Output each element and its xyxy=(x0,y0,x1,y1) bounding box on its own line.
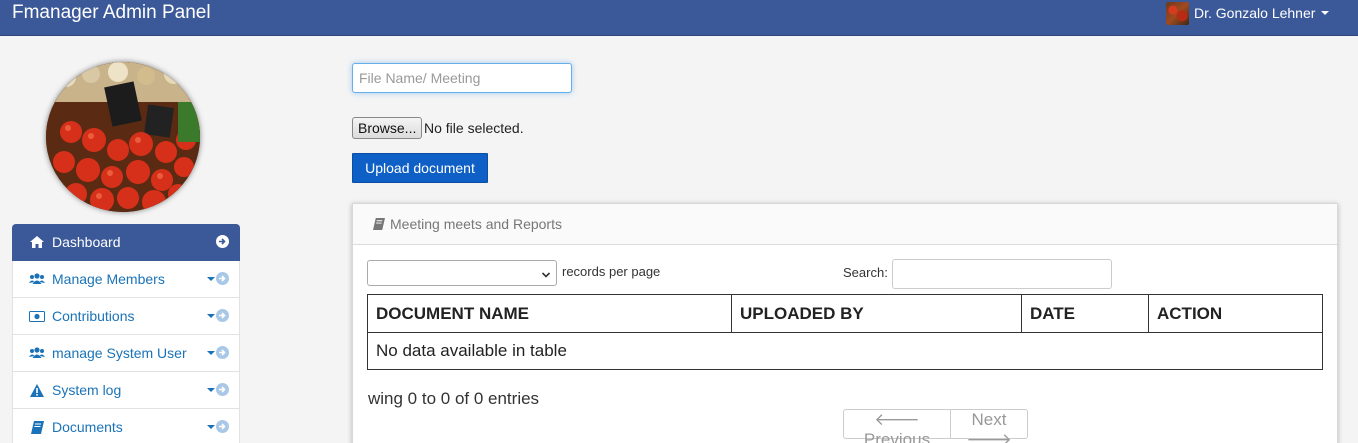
table-row: No data available in table xyxy=(367,332,1323,370)
column-header-date[interactable]: DATE xyxy=(1021,294,1149,333)
records-per-page-label: records per page xyxy=(562,264,661,279)
sidebar-item-documents[interactable]: Documents xyxy=(12,409,240,443)
arrow-circle-right-icon xyxy=(216,272,229,285)
empty-table-message: No data available in table xyxy=(367,332,1323,370)
sidebar-item-dashboard[interactable]: Dashboard xyxy=(12,224,240,261)
panel-title: Meeting meets and Reports xyxy=(390,216,562,232)
sidebar-nav: Dashboard Manage Members Contributions m… xyxy=(12,224,240,443)
file-name-input[interactable] xyxy=(352,63,572,93)
chevron-down-icon xyxy=(207,350,215,355)
sidebar-item-contributions[interactable]: Contributions xyxy=(12,298,240,335)
previous-button[interactable]: 🡐 Previous xyxy=(843,409,951,443)
arrow-circle-right-icon xyxy=(216,346,229,359)
arrow-circle-right-icon xyxy=(216,420,229,433)
documents-panel: Meeting meets and Reports records per pa… xyxy=(352,203,1338,443)
column-header-uploaded-by[interactable]: UPLOADED BY xyxy=(731,294,1022,333)
arrow-right-icon: 🡒 xyxy=(966,430,1012,443)
upload-document-button[interactable]: Upload document xyxy=(352,153,488,183)
sidebar-item-manage-system-user[interactable]: manage System User xyxy=(12,335,240,372)
search-input[interactable] xyxy=(892,259,1112,289)
chevron-down-icon xyxy=(1321,11,1330,15)
next-button[interactable]: Next 🡒 xyxy=(951,409,1028,443)
arrow-circle-right-icon xyxy=(216,235,229,248)
previous-label: Previous xyxy=(863,430,931,443)
sidebar-item-manage-members[interactable]: Manage Members xyxy=(12,261,240,298)
file-status-text: No file selected. xyxy=(424,120,524,136)
chevron-down-icon xyxy=(207,387,215,392)
sidebar-item-label: Dashboard xyxy=(52,234,121,250)
expand-indicator xyxy=(207,272,229,285)
warning-icon xyxy=(29,383,45,397)
column-header-action[interactable]: ACTION xyxy=(1148,294,1323,333)
sidebar-item-label: Manage Members xyxy=(52,271,165,287)
table-info: wing 0 to 0 of 0 entries xyxy=(368,389,540,408)
arrow-left-icon: 🡐 xyxy=(874,410,920,429)
next-label: Next xyxy=(971,410,1007,429)
top-navbar: Fmanager Admin Panel Dr. Gonzalo Lehner xyxy=(0,0,1358,36)
book-icon xyxy=(29,420,45,434)
sidebar-item-label: Contributions xyxy=(52,308,135,324)
chevron-down-icon xyxy=(207,276,215,281)
documents-table: DOCUMENT NAME UPLOADED BY DATE ACTION No… xyxy=(367,294,1323,370)
arrow-circle-right-icon xyxy=(216,309,229,322)
money-icon xyxy=(29,309,45,323)
users-icon xyxy=(29,272,45,286)
user-menu[interactable]: Dr. Gonzalo Lehner xyxy=(1166,1,1330,25)
expand-indicator xyxy=(207,420,229,433)
expand-indicator xyxy=(207,346,229,359)
app-title[interactable]: Fmanager Admin Panel xyxy=(12,2,211,24)
expand-indicator xyxy=(207,309,229,322)
home-icon xyxy=(29,235,45,249)
column-header-document-name[interactable]: DOCUMENT NAME xyxy=(367,294,732,333)
sidebar-item-system-log[interactable]: System log xyxy=(12,372,240,409)
chevron-down-icon xyxy=(207,424,215,429)
chevron-down-icon xyxy=(541,267,551,285)
user-avatar xyxy=(1166,1,1189,25)
book-icon xyxy=(373,218,385,230)
users-icon xyxy=(29,346,45,360)
sidebar-item-label: Documents xyxy=(52,419,123,435)
pagination: 🡐 Previous Next 🡒 xyxy=(843,409,1028,443)
expand-indicator xyxy=(207,383,229,396)
chevron-down-icon xyxy=(207,313,215,318)
browse-button[interactable]: Browse... xyxy=(352,117,423,139)
sidebar-item-label: manage System User xyxy=(52,345,187,361)
search-label: Search: xyxy=(843,265,888,280)
panel-heading: Meeting meets and Reports xyxy=(353,204,1337,245)
user-name: Dr. Gonzalo Lehner xyxy=(1194,5,1316,21)
arrow-circle-right-icon xyxy=(216,383,229,396)
sidebar-item-label: System log xyxy=(52,382,122,398)
profile-picture xyxy=(46,62,200,212)
table-header-row: DOCUMENT NAME UPLOADED BY DATE ACTION xyxy=(367,294,1323,333)
records-per-page-select[interactable] xyxy=(367,260,557,286)
